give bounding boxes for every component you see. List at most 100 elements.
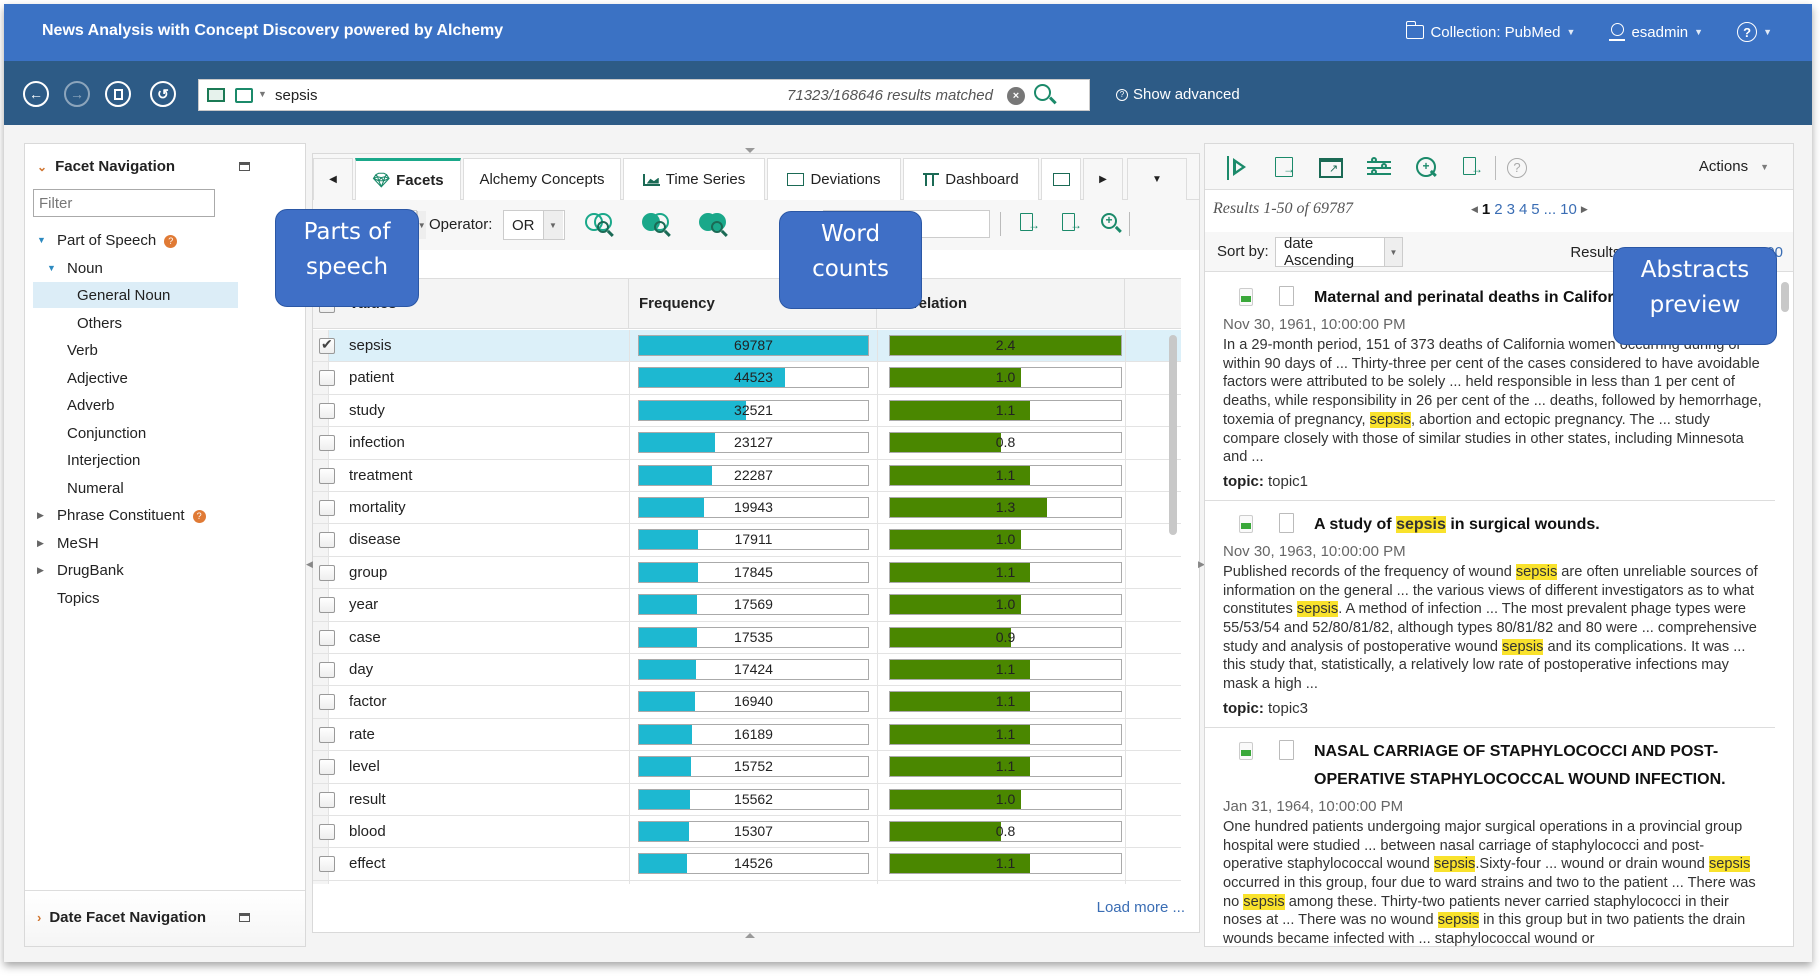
table-row[interactable]: blood 15307 0.8 [313, 816, 1181, 849]
stop-button[interactable] [105, 81, 131, 107]
row-checkbox[interactable] [319, 564, 335, 581]
facet-tree-item[interactable]: Adverb [25, 392, 305, 420]
row-checkbox[interactable] [319, 532, 335, 549]
tab-alchemy-concepts[interactable]: Alchemy Concepts [463, 158, 621, 200]
table-row[interactable]: mortality 19943 1.3 [313, 492, 1181, 525]
zoom-in-button[interactable]: + [1100, 212, 1122, 236]
results-scrollbar[interactable] [1781, 282, 1789, 312]
collapse-top-handle[interactable] [745, 148, 755, 153]
facet-tree-item[interactable]: ▶ MeSH [25, 530, 305, 558]
facet-tree-item[interactable]: Conjunction [25, 420, 305, 448]
tab-time-series[interactable]: Time Series [623, 158, 765, 200]
caret-right-icon[interactable]: ▶ [37, 530, 44, 557]
page-link[interactable]: 2 [1494, 201, 1502, 218]
abstract-title[interactable]: Maternal and perinatal deaths in Califor… [1314, 284, 1637, 312]
document-icon[interactable] [1279, 512, 1294, 533]
tab-facets[interactable]: 💎︎ Facets [355, 158, 461, 200]
facet-tree-item[interactable]: Verb [25, 337, 305, 365]
help-badge-icon[interactable]: ? [192, 510, 206, 523]
row-checkbox[interactable] [319, 726, 335, 743]
table-row[interactable]: sepsis 69787 2.4 [313, 330, 1181, 363]
minimize-icon[interactable] [239, 162, 250, 171]
table-row[interactable]: study 32521 1.1 [313, 394, 1181, 428]
minimize-icon[interactable] [239, 913, 250, 922]
row-checkbox[interactable] [319, 759, 335, 776]
tabs-overflow-menu[interactable]: ▼ [1127, 158, 1187, 200]
abstract-item[interactable]: A study of sepsis in surgical wounds. Nov… [1205, 501, 1775, 728]
back-button[interactable]: ← [23, 81, 49, 107]
table-row[interactable]: case 17535 0.9 [313, 621, 1181, 654]
collapse-bottom-handle[interactable] [745, 933, 755, 938]
search-within-button[interactable] [583, 211, 617, 241]
table-row[interactable]: group 17845 1.1 [313, 556, 1181, 590]
tabs-scroll-right[interactable]: ▶ [1083, 158, 1123, 200]
prev-page-icon[interactable]: ◀ [1471, 204, 1478, 215]
facet-tree-item[interactable]: ▶ DrugBank [25, 557, 305, 585]
row-checkbox[interactable] [319, 336, 335, 354]
page-link[interactable]: 10 [1560, 201, 1577, 218]
table-row[interactable]: level 15752 1.1 [313, 751, 1181, 784]
table-row[interactable]: rate 16189 1.1 [313, 718, 1181, 752]
facet-tree-item[interactable]: Others [25, 310, 305, 338]
date-facet-header[interactable]: › Date Facet Navigation [37, 909, 206, 926]
abstract-title[interactable]: NASAL CARRIAGE OF STAPHYLOCOCCI AND POST… [1314, 738, 1763, 794]
row-checkbox[interactable] [319, 824, 335, 840]
actions-menu[interactable]: Actions ▼ [1699, 158, 1769, 175]
facet-tree-item[interactable]: General Noun [25, 282, 305, 310]
csv-file-icon[interactable] [1239, 514, 1253, 533]
facet-filter-input[interactable] [33, 189, 215, 217]
sort-select[interactable]: date Ascending ▼ [1275, 235, 1403, 269]
row-checkbox[interactable] [319, 856, 335, 873]
row-checkbox[interactable] [319, 662, 335, 678]
csv-file-icon[interactable] [1239, 288, 1253, 306]
reset-button[interactable]: ↺ [150, 81, 176, 107]
search-or-button[interactable] [697, 211, 731, 241]
date-facet-navigation[interactable]: › Date Facet Navigation [25, 890, 305, 946]
search-input[interactable] [273, 84, 733, 106]
user-menu[interactable]: esadmin ▼ [1609, 22, 1703, 42]
facet-tree-item[interactable]: ▶ Phrase Constituent? [25, 502, 305, 530]
collection-menu[interactable]: Collection: PubMed ▼ [1405, 21, 1575, 42]
search-and-button[interactable] [640, 211, 674, 241]
table-row[interactable]: patient 44523 1.0 [313, 362, 1181, 395]
page-link[interactable]: 5 [1531, 201, 1539, 218]
row-checkbox[interactable] [319, 694, 335, 711]
facet-tree-item[interactable]: ▼ Noun [25, 255, 305, 283]
search-icon[interactable] [1034, 84, 1051, 101]
run-button[interactable] [1227, 156, 1253, 180]
facet-navigation-header[interactable]: ⌄ Facet Navigation [37, 158, 175, 175]
open-window-button[interactable]: ↗ [1319, 158, 1343, 178]
document-icon[interactable] [1279, 286, 1294, 306]
row-checkbox[interactable] [319, 467, 335, 484]
caret-down-icon[interactable]: ▼ [47, 255, 56, 282]
search-scope-icon[interactable] [235, 88, 253, 103]
page-link[interactable]: 4 [1519, 201, 1527, 218]
show-advanced-link[interactable]: ? Show advanced [1116, 86, 1240, 103]
csv-file-icon[interactable] [1239, 741, 1253, 760]
abstract-title[interactable]: A study of sepsis in surgical wounds. [1314, 511, 1600, 539]
document-icon[interactable] [1279, 739, 1294, 760]
row-checkbox[interactable] [319, 791, 335, 808]
table-row[interactable]: disease 17911 1.0 [313, 524, 1181, 557]
clear-search-icon[interactable]: × [1007, 87, 1025, 105]
row-checkbox[interactable] [319, 435, 335, 452]
caret-right-icon[interactable]: ▶ [37, 557, 44, 584]
next-page-icon[interactable]: ▶ [1581, 204, 1588, 215]
import-button[interactable] [1273, 156, 1299, 180]
tabs-scroll-left[interactable]: ◀ [313, 158, 353, 200]
tab-dashboard[interactable]: Dashboard [903, 158, 1039, 200]
caret-down-icon[interactable]: ▼ [37, 227, 46, 254]
table-scrollbar[interactable] [1169, 335, 1177, 535]
abstract-item[interactable]: NASAL CARRIAGE OF STAPHYLOCOCCI AND POST… [1205, 728, 1775, 947]
row-checkbox[interactable] [319, 402, 335, 419]
help-menu[interactable]: ? ▼ [1737, 22, 1772, 42]
page-link[interactable]: 1 [1482, 201, 1490, 218]
load-more-link[interactable]: Load more ... [1097, 899, 1185, 916]
operator-select[interactable]: OR ▼ [503, 210, 565, 240]
export-chart-button[interactable] [1060, 212, 1082, 236]
table-row[interactable]: effect 14526 1.1 [313, 848, 1181, 881]
table-row[interactable]: therapy140311.0 [313, 880, 1181, 884]
zoom-button[interactable]: + [1415, 156, 1441, 180]
export-button[interactable] [1018, 212, 1040, 236]
page-link[interactable]: 3 [1507, 201, 1515, 218]
